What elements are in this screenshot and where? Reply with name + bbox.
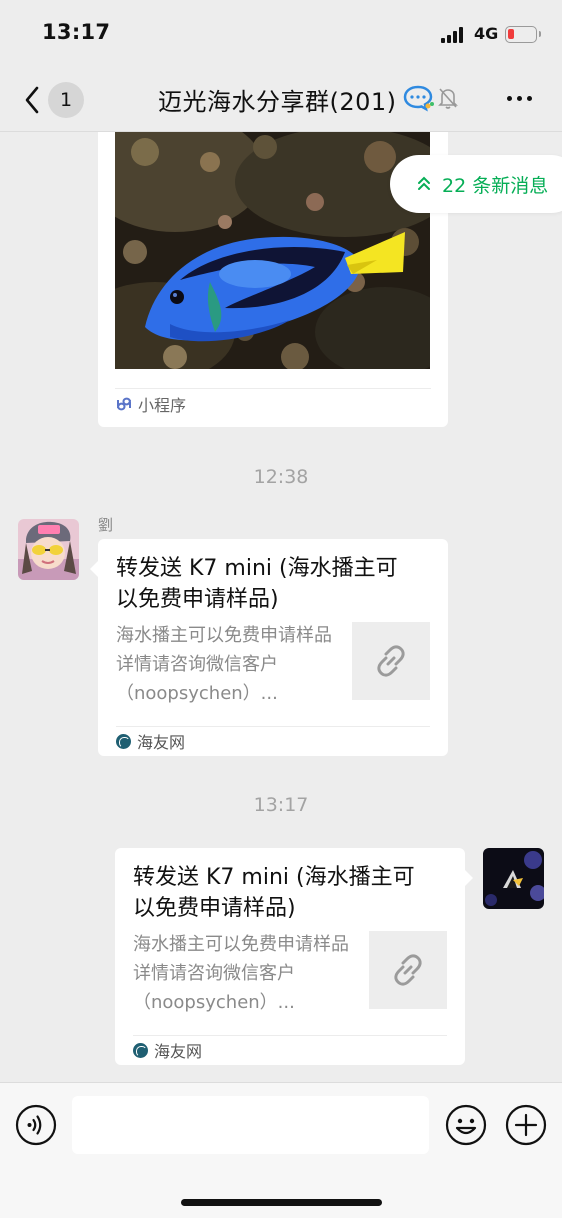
link-title: 转发送 K7 mini (海水播主可以免费申请样品)	[133, 865, 415, 921]
mute-bell-icon	[438, 88, 458, 109]
link-description: 海水播主可以免费申请样品详情请咨询微信客户（noopsychen）...	[116, 625, 332, 704]
signal-icon	[441, 27, 467, 43]
my-avatar[interactable]	[483, 848, 544, 909]
unread-count-badge: 1	[48, 82, 84, 118]
timestamp: 12:38	[253, 466, 309, 488]
link-title: 转发送 K7 mini (海水播主可以免费申请样品)	[116, 556, 398, 612]
message-list[interactable]: 小程序 22 条新消息 12:38 劉 转发送 K7 mini (海水播主可以免…	[0, 132, 562, 1082]
back-button[interactable]: 1	[20, 82, 90, 118]
double-chevron-up-icon	[418, 176, 430, 190]
card-divider	[133, 1035, 447, 1036]
new-messages-button[interactable]: 22 条新消息	[390, 155, 562, 213]
more-options-button[interactable]	[505, 94, 535, 104]
sender-avatar[interactable]	[18, 519, 79, 580]
home-indicator[interactable]	[181, 1199, 382, 1206]
battery-icon	[505, 26, 541, 43]
link-source: 海友网	[133, 1038, 202, 1062]
network-type: 4G	[474, 24, 499, 43]
link-source: 海友网	[116, 729, 185, 753]
avatar-image	[18, 519, 79, 580]
nav-bar: 1 迈光海水分享群(201)	[0, 70, 562, 132]
add-plus-icon[interactable]	[505, 1104, 547, 1146]
link-description: 海水播主可以免费申请样品详情请咨询微信客户（noopsychen）...	[133, 934, 349, 1013]
emoji-icon[interactable]	[445, 1104, 487, 1146]
new-messages-label: 22 条新消息	[442, 175, 549, 197]
link-source-name: 海友网	[137, 733, 186, 752]
link-icon	[394, 954, 422, 986]
card-divider	[115, 388, 431, 389]
status-bar: 13:17 4G	[0, 0, 562, 70]
link-source-name: 海友网	[154, 1042, 203, 1061]
voice-input-icon[interactable]	[15, 1104, 57, 1146]
chat-bubble-icon	[403, 85, 434, 112]
back-chevron-icon	[25, 86, 39, 114]
link-card[interactable]: 转发送 K7 mini (海水播主可以免费申请样品) 海水播主可以免费申请样品详…	[90, 539, 448, 756]
status-time: 13:17	[42, 20, 111, 44]
link-card[interactable]: 转发送 K7 mini (海水播主可以免费申请样品) 海水播主可以免费申请样品详…	[115, 848, 473, 1065]
mini-program-footer: 小程序	[115, 392, 186, 416]
avatar-image	[483, 848, 544, 909]
link-icon	[377, 645, 405, 677]
source-logo-icon	[116, 733, 131, 749]
input-bar	[0, 1082, 562, 1218]
card-divider	[116, 726, 430, 727]
message-input[interactable]	[72, 1096, 429, 1154]
mini-program-label: 小程序	[138, 396, 187, 415]
mini-program-icon	[117, 397, 131, 411]
blue-tang-fish-image	[115, 132, 430, 369]
sender-name: 劉	[98, 516, 114, 534]
link-thumbnail	[369, 931, 447, 1009]
source-logo-icon	[133, 1042, 148, 1058]
link-thumbnail	[352, 622, 430, 700]
chat-title: 迈光海水分享群(201)	[158, 88, 397, 116]
timestamp: 13:17	[253, 794, 309, 816]
